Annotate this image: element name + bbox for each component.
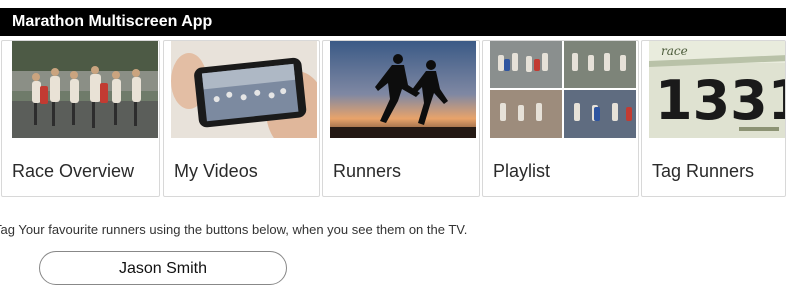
tile-playlist[interactable]: Playlist [482, 40, 639, 197]
runner-button-jason-smith[interactable]: Jason Smith [39, 251, 287, 285]
tag-instructions-text: Tag Your favourite runners using the but… [0, 222, 468, 237]
runners-thumbnail [330, 41, 476, 138]
app-title-bar: Marathon Multiscreen App [0, 8, 786, 36]
tag-runners-thumbnail: race 1331 [649, 41, 786, 138]
tile-tag-runners[interactable]: race 1331 Tag Runners [641, 40, 786, 197]
tile-label: Tag Runners [652, 161, 755, 181]
app-title: Marathon Multiscreen App [12, 13, 213, 30]
tile-label: Playlist [493, 161, 551, 181]
tile-race-overview[interactable]: Race Overview [1, 40, 160, 197]
svg-text:race: race [661, 44, 688, 58]
tile-my-videos[interactable]: My Videos [163, 40, 320, 197]
tile-label: My Videos [174, 161, 258, 181]
tile-label: Race Overview [12, 161, 135, 181]
navigation-tiles: Race Overview My Videos Runners Playlist… [0, 40, 786, 198]
my-videos-thumbnail [171, 41, 317, 138]
playlist-thumbnail [490, 41, 636, 138]
race-overview-thumbnail [12, 41, 158, 138]
svg-text:1331: 1331 [655, 69, 786, 132]
tile-label: Runners [333, 161, 402, 181]
tile-runners[interactable]: Runners [322, 40, 480, 197]
